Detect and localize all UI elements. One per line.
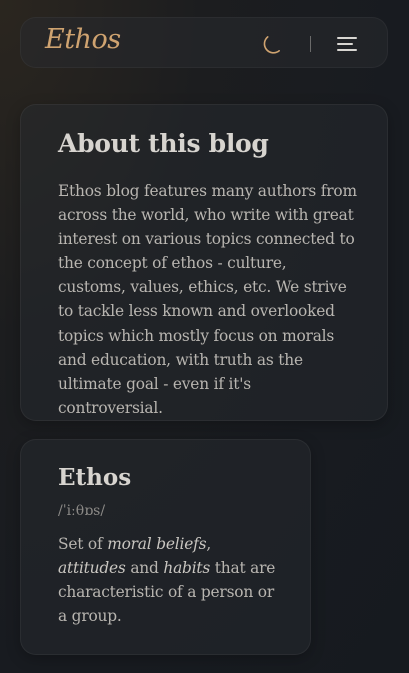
- definition-text: Set of moral beliefs, attitudes and habi…: [58, 532, 278, 628]
- about-text: Ethos blog features many authors from ac…: [58, 182, 357, 417]
- definition-term: Ethos: [58, 464, 132, 491]
- definition-text-part: Set of: [58, 535, 108, 553]
- about-title: About this blog: [58, 129, 269, 158]
- moon-icon[interactable]: [261, 32, 285, 56]
- definition-card: Ethos /ˈiːθɒs/ Set of moral beliefs, att…: [20, 439, 311, 655]
- header-divider: [310, 36, 311, 52]
- definition-phonetic: /ˈiːθɒs/: [58, 503, 106, 519]
- site-logo[interactable]: Ethos: [45, 24, 121, 55]
- definition-emphasis-attitudes: attitudes: [58, 559, 126, 578]
- about-card: About this blog Ethos blog features many…: [20, 104, 388, 421]
- hamburger-menu-icon[interactable]: [336, 34, 358, 54]
- definition-text-part: and: [125, 559, 164, 578]
- definition-emphasis-moral-beliefs: moral beliefs: [107, 535, 207, 553]
- definition-emphasis-habits: habits: [163, 559, 211, 578]
- navbar: Ethos: [20, 17, 388, 68]
- definition-text-part: ,: [206, 535, 212, 553]
